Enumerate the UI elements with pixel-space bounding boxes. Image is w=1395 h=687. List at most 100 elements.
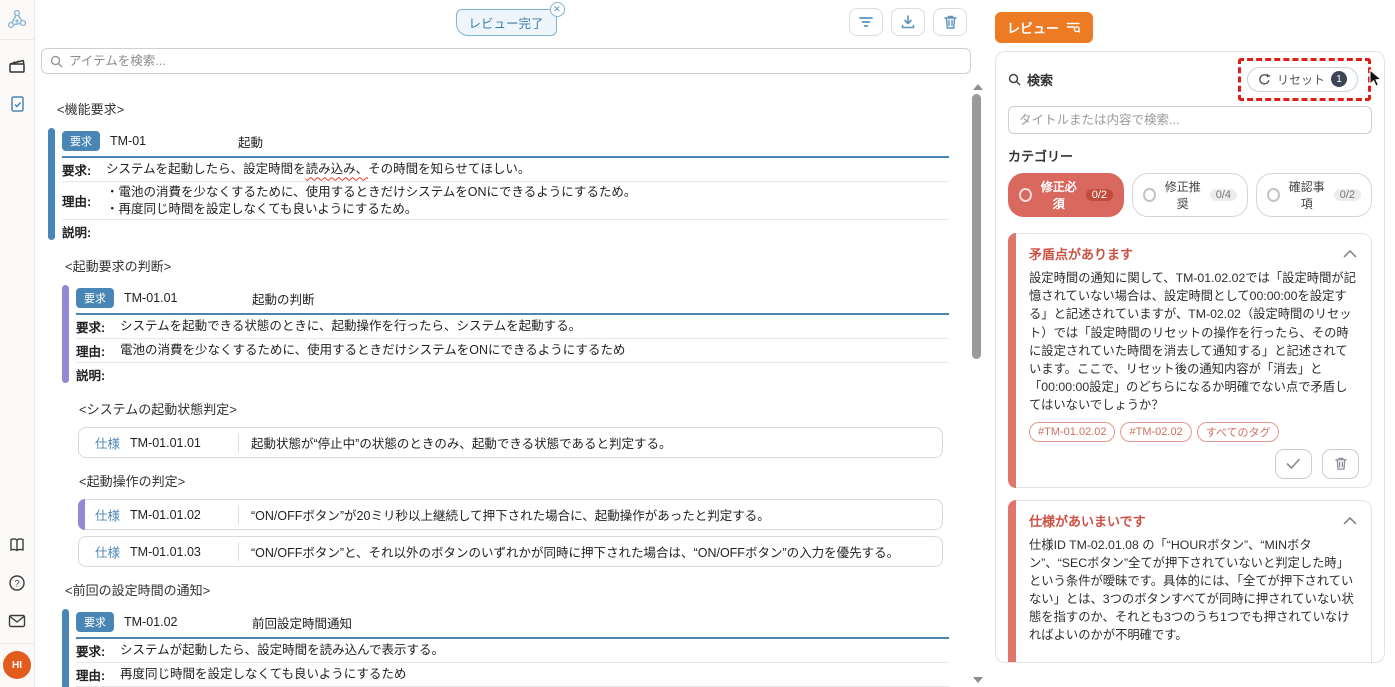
filter-icon: [858, 15, 874, 29]
requirement-field-row: 要求:システムが起動したら、設定時間を読み込んで表示する。: [76, 639, 949, 663]
spec-badge: 仕様: [95, 505, 120, 524]
sidebar-item-docs[interactable]: [5, 533, 29, 557]
filter-button[interactable]: [849, 8, 883, 36]
spec-text: “ON/OFFボタン”と、それ以外のボタンのいずれかが同時に押下された場合は、“…: [251, 542, 899, 561]
avatar-box: HI: [0, 643, 34, 687]
requirement-block[interactable]: 要求 TM-01.02 前回設定時間通知 要求:システムが起動したら、設定時間を…: [62, 608, 949, 687]
scroll-down-arrow[interactable]: [973, 677, 983, 683]
cursor-pointer-annotation: [1368, 69, 1384, 89]
spec-row[interactable]: 仕様 TM-01.01.01 起動状態が“停止中”の状態のときのみ、起動できる状…: [78, 427, 943, 458]
spec-row[interactable]: 仕様 TM-01.01.03 “ON/OFFボタン”と、それ以外のボタンのいずれ…: [78, 536, 943, 567]
sidebar-item-mail[interactable]: [5, 609, 29, 633]
item-list: <機能要求> 要求 TM-01 起動 要求:システムを起動したら、設定時間を読み…: [35, 84, 985, 687]
category-pill[interactable]: 確認事項 0/2: [1256, 173, 1372, 217]
radio-icon: [1267, 188, 1280, 202]
chip-close-icon[interactable]: ✕: [550, 2, 565, 17]
panel-head: 検索 リセット 1: [1008, 64, 1372, 94]
field-value: システムを起動したら、設定時間を読み込み、その時間を知らせてほしい。: [106, 161, 530, 178]
field-label: 説明:: [76, 365, 112, 384]
section-heading: <前回の設定時間の通知>: [65, 580, 965, 599]
help-icon: ?: [8, 574, 26, 592]
sidebar-item-document-check[interactable]: [5, 92, 29, 116]
field-label: 理由:: [76, 341, 112, 360]
category-label: カテゴリー: [1008, 146, 1372, 165]
review-search-input[interactable]: [1008, 106, 1372, 134]
reset-button[interactable]: リセット 1: [1247, 67, 1358, 92]
toolbar: レビュー完了 ✕: [35, 0, 985, 44]
review-button-label: レビュー: [1007, 18, 1059, 37]
requirement-title: 起動: [238, 132, 263, 151]
review-card-body: 設定時間の通知に関して、TM-01.02.02では「設定時間が記憶されていない場…: [1029, 269, 1359, 415]
approve-button[interactable]: [1275, 449, 1312, 479]
requirement-badge: 要求: [62, 131, 100, 151]
category-pill[interactable]: 修正必須 0/2: [1008, 173, 1124, 217]
category-pill-count: 0/4: [1210, 189, 1237, 201]
collapse-button[interactable]: [1341, 244, 1359, 263]
collapse-button[interactable]: [1341, 511, 1359, 530]
requirement-field-row: 理由:・電池の消費を少なくするために、使用するときだけシステムをONにできるよう…: [62, 182, 949, 220]
app-logo[interactable]: [0, 0, 34, 40]
requirement-block[interactable]: 要求 TM-01 起動 要求: システムを起動したら、設定時間を読み込み、その時間…: [48, 127, 949, 243]
item-search: [41, 48, 971, 74]
sidebar-item-clapperboard[interactable]: [5, 54, 29, 78]
requirement-badge: 要求: [76, 288, 114, 308]
review-panel: レビュー 検索: [985, 0, 1395, 687]
delete-button[interactable]: [933, 8, 967, 36]
requirement-field-row: 要求:システムを起動できる状態のときに、起動操作を行ったら、システムを起動する。: [76, 315, 949, 339]
field-value: 再度同じ時間を設定しなくても良いようにするため: [120, 666, 406, 683]
category-pills: 修正必須 0/2 修正推奨 0/4 確認事項 0/2: [1008, 173, 1372, 217]
sidebar: ? HI: [0, 0, 35, 687]
field-label: 説明:: [62, 222, 98, 241]
avatar[interactable]: HI: [3, 651, 31, 679]
delete-card-button[interactable]: [1322, 449, 1359, 479]
field-value: システムを起動できる状態のときに、起動操作を行ったら、システムを起動する。: [120, 318, 581, 335]
review-card-title: 仕様があいまいです: [1029, 511, 1146, 530]
toolbar-actions: [557, 8, 968, 36]
search-icon: [1008, 73, 1021, 86]
download-button[interactable]: [891, 8, 925, 36]
requirement-block[interactable]: 要求 TM-01.01 起動の判断 要求:システムを起動できる状態のときに、起動…: [62, 284, 949, 386]
requirement-id: TM-01.02: [124, 615, 242, 629]
spec-text: “ON/OFFボタン”が20ミリ秒以上継続して押下された場合に、起動操作があった…: [251, 505, 770, 524]
app: ? HI レビュー完了 ✕: [0, 0, 1395, 687]
review-card: 仕様があいまいです 仕様ID TM-02.01.08 の「“HOURボタン”、“…: [1008, 500, 1372, 664]
requirement-field-row: 要求: システムを起動したら、設定時間を読み込み、その時間を知らせてほしい。: [62, 158, 949, 182]
requirement-title: 起動の判断: [252, 289, 315, 308]
review-button[interactable]: レビュー: [995, 12, 1093, 43]
spec-row[interactable]: 仕様 TM-01.01.02 “ON/OFFボタン”が20ミリ秒以上継続して押下…: [78, 499, 943, 530]
review-card-tags: #TM-01.02.02#TM-02.02 すべてのタグ: [1029, 422, 1359, 442]
main-scrollbar: [971, 84, 982, 683]
chevron-up-icon: [1343, 249, 1357, 258]
spec-id: TM-01.01.03: [130, 545, 234, 559]
scrollbar-thumb[interactable]: [972, 94, 981, 359]
field-value: システムが起動したら、設定時間を読み込んで表示する。: [120, 642, 444, 659]
requirement-fields: 要求: システムを起動したら、設定時間を読み込み、その時間を知らせてほしい。理由:…: [62, 158, 949, 243]
scroll-up-arrow[interactable]: [973, 84, 983, 90]
spec-divider: [238, 505, 239, 524]
category-pill-count: 0/2: [1086, 189, 1113, 201]
review-list-search-icon: [1066, 21, 1081, 34]
field-label: 要求:: [62, 160, 98, 179]
clapperboard-icon: [8, 57, 26, 75]
requirement-header: 要求 TM-01 起動: [62, 127, 949, 158]
tag-pill[interactable]: #TM-01.02.02: [1029, 422, 1115, 442]
check-icon: [1286, 458, 1301, 470]
requirement-header: 要求 TM-01.02 前回設定時間通知: [76, 608, 949, 639]
item-search-input[interactable]: [69, 54, 962, 68]
card-top: 矛盾点があります: [1029, 244, 1359, 263]
requirement-field-row: 理由:再度同じ時間を設定しなくても良いようにするため: [76, 663, 949, 687]
status-chip[interactable]: レビュー完了 ✕: [456, 9, 557, 36]
sidebar-item-help[interactable]: ?: [5, 571, 29, 595]
field-value: ・電池の消費を少なくするために、使用するときだけシステムをONにできるようにする…: [106, 184, 636, 217]
category-pill[interactable]: 修正推奨 0/4: [1132, 173, 1248, 217]
tag-pill[interactable]: すべてのタグ: [1197, 422, 1280, 442]
review-cards: 矛盾点があります 設定時間の通知に関して、TM-01.02.02では「設定時間が…: [1008, 233, 1372, 663]
review-card-title: 矛盾点があります: [1029, 244, 1133, 263]
category-pill-label: 確認事項: [1286, 178, 1328, 212]
requirement-badge: 要求: [76, 612, 114, 632]
tag-pill[interactable]: #TM-02.02: [1120, 422, 1191, 442]
svg-text:?: ?: [14, 579, 19, 590]
search-icon: [50, 55, 63, 68]
category-pill-label: 修正必須: [1038, 178, 1080, 212]
category-pill-label: 修正推奨: [1162, 178, 1204, 212]
